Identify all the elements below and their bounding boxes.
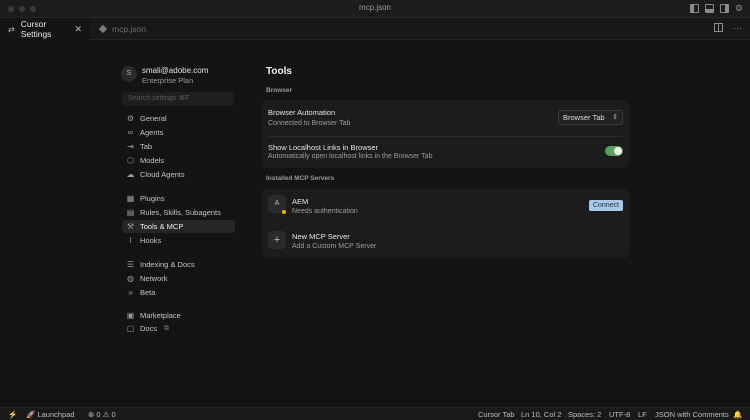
chevron-updown-icon: ⇕ (612, 114, 618, 121)
launchpad-item[interactable]: 🚀 Launchpad (26, 410, 75, 419)
plugin-icon: ▦ (126, 194, 135, 203)
json-file-icon (98, 24, 108, 34)
page-title: Tools (266, 66, 292, 77)
localhost-links-toggle[interactable] (605, 146, 623, 156)
globe-icon: ◍ (127, 274, 134, 283)
browser-automation-title: Browser Automation (268, 108, 336, 117)
toggle-secondary-sidebar-icon[interactable] (720, 4, 729, 13)
store-icon: ▣ (126, 311, 135, 320)
external-link-icon: ⧉ (164, 324, 170, 332)
avatar: S (121, 66, 137, 82)
document-icon: ▤ (126, 208, 135, 217)
tools-icon: ⚒ (126, 222, 135, 231)
browser-automation-subtitle: Connected to Browser Tab (268, 120, 351, 127)
beta-icon: » (128, 288, 133, 297)
title-bar: mcp.json ⚙ (0, 0, 750, 18)
infinity-icon: ∞ (127, 128, 134, 137)
language-mode[interactable]: JSON with Comments (655, 410, 729, 419)
section-installed-mcp-servers: Installed MCP Servers (266, 175, 335, 182)
toggle-panel-icon[interactable] (705, 4, 714, 13)
browser-settings-card: Browser Automation Connected to Browser … (262, 100, 629, 168)
cursor-position[interactable]: Ln 10, Col 2 (521, 410, 561, 419)
layout-controls: ⚙ (690, 4, 744, 13)
tab-label: Cursor Settings (20, 19, 52, 39)
mcp-servers-card: A AEM Needs authentication Connect + New… (262, 189, 629, 258)
sidebar-item-indexing-docs[interactable]: ☰ Indexing & Docs (122, 258, 235, 271)
user-email: smali@adobe.com (142, 66, 209, 75)
bell-icon[interactable]: 🔔 (733, 410, 742, 419)
sidebar-item-plugins[interactable]: ▦ Plugins (122, 192, 235, 205)
connect-button[interactable]: Connect (588, 200, 623, 211)
problems-item[interactable]: ⊗ 0 ⚠ 0 (88, 410, 116, 419)
new-mcp-server-item[interactable]: + New MCP Server Add a Custom MCP Server (262, 227, 629, 255)
plus-icon: + (268, 231, 286, 249)
status-bar: ⚡ 🚀 Launchpad ⊗ 0 ⚠ 0 Cursor Tab Ln 10, … (0, 407, 750, 420)
localhost-links-title: Show Localhost Links in Browser (268, 143, 379, 152)
sidebar-item-tools-mcp[interactable]: ⚒ Tools & MCP (122, 220, 235, 233)
sidebar-item-network[interactable]: ◍ Network (122, 272, 235, 285)
encoding[interactable]: UTF-8 (609, 410, 630, 419)
cube-icon: ⬡ (127, 156, 134, 165)
sidebar-item-marketplace[interactable]: ▣ Marketplace (122, 309, 235, 322)
tab-arrow-icon: ⇥ (127, 142, 134, 151)
browser-automation-select[interactable]: Browser Tab ⇕ (558, 110, 623, 125)
tab-label: mcp.json (112, 24, 147, 34)
aem-server-status: Needs authentication (292, 208, 358, 215)
close-icon[interactable]: ✕ (74, 24, 82, 35)
split-editor-icon[interactable] (714, 23, 723, 32)
rocket-icon: 🚀 (26, 410, 36, 419)
sidebar-item-beta[interactable]: » Beta (122, 286, 235, 299)
sidebar-item-general[interactable]: ⚙ General (122, 112, 235, 125)
hook-icon: ⌇ (128, 236, 133, 245)
sidebar-item-cloud-agents[interactable]: ☁ Cloud Agents (122, 168, 235, 181)
section-browser: Browser (266, 87, 293, 94)
sidebar-item-models[interactable]: ⬡ Models (122, 154, 235, 167)
editor-tab-bar: ⇄ Cursor Settings ✕ mcp.json ⋯ (0, 18, 750, 40)
localhost-links-subtitle: Automatically open localhost links in th… (268, 153, 433, 160)
status-warning-icon (282, 210, 286, 214)
end-of-line[interactable]: LF (638, 410, 647, 419)
gear-icon[interactable]: ⚙ (735, 4, 744, 13)
gear-icon: ⚙ (126, 114, 135, 123)
sidebar-item-docs[interactable]: ▢ Docs ⧉ (122, 322, 235, 335)
more-actions-icon[interactable]: ⋯ (733, 23, 742, 34)
new-mcp-server-title: New MCP Server (292, 232, 350, 241)
aem-server-name: AEM (292, 197, 309, 206)
error-icon: ⊗ (88, 410, 95, 419)
new-mcp-server-subtitle: Add a Custom MCP Server (292, 243, 377, 250)
tab-mcp-json[interactable]: mcp.json (92, 18, 162, 40)
cloud-icon: ☁ (126, 170, 135, 179)
settings-tab-icon: ⇄ (8, 24, 15, 34)
cursor-tab-item[interactable]: Cursor Tab (478, 410, 515, 419)
remote-icon[interactable]: ⚡ (8, 410, 17, 419)
database-icon: ☰ (126, 260, 135, 269)
tab-cursor-settings[interactable]: ⇄ Cursor Settings ✕ (0, 18, 90, 40)
toggle-sidebar-icon[interactable] (690, 4, 699, 13)
tab-actions: ⋯ (714, 23, 742, 34)
user-account: S smali@adobe.com Enterprise Plan (121, 63, 241, 89)
sidebar-item-hooks[interactable]: ⌇ Hooks (122, 234, 235, 247)
sidebar-item-rules[interactable]: ▤ Rules, Skills, Subagents (122, 206, 235, 219)
sidebar-item-tab[interactable]: ⇥ Tab (122, 140, 235, 153)
book-icon: ▢ (126, 324, 135, 333)
sidebar-item-agents[interactable]: ∞ Agents (122, 126, 235, 139)
user-plan: Enterprise Plan (142, 76, 194, 85)
divider (268, 136, 623, 137)
indentation[interactable]: Spaces: 2 (568, 410, 601, 419)
select-value: Browser Tab (563, 113, 605, 122)
warning-icon: ⚠ (102, 410, 110, 419)
settings-search-input[interactable] (122, 92, 234, 106)
window-title: mcp.json (358, 3, 391, 12)
